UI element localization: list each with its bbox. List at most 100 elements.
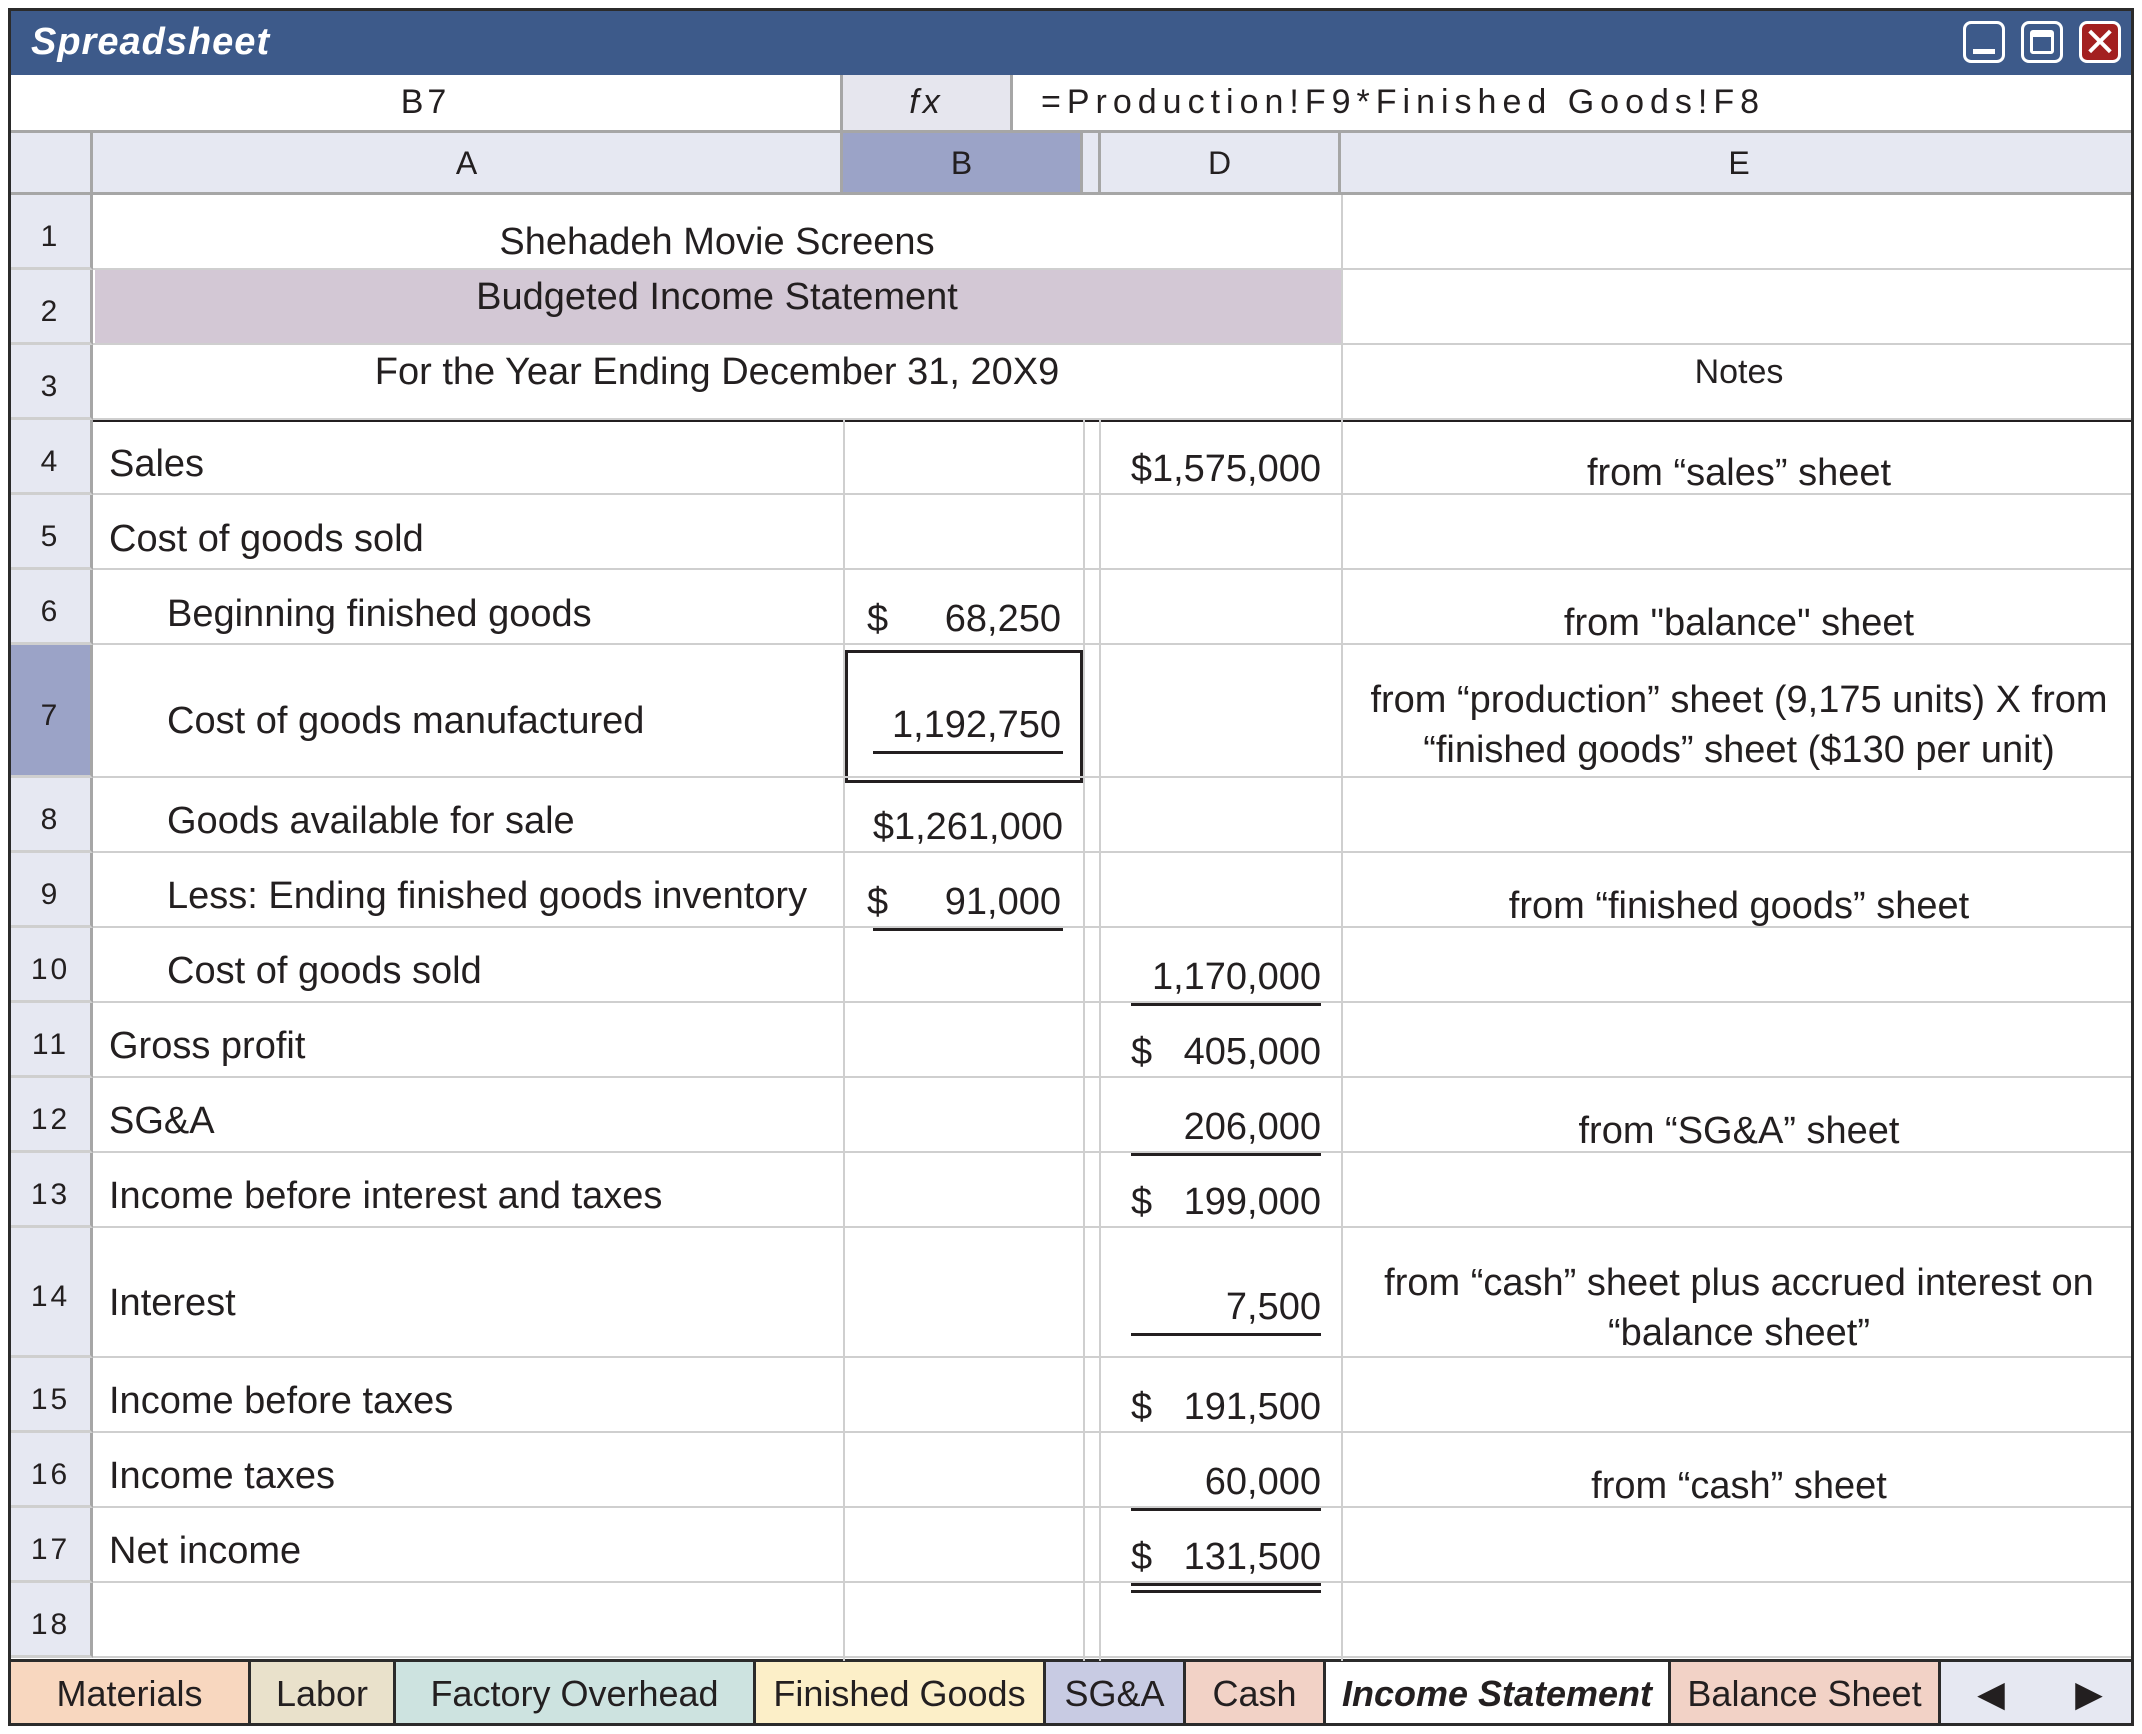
tab-sg-a[interactable]: SG&A [1046,1662,1186,1723]
row-header-16[interactable]: 16 [11,1433,93,1508]
name-box[interactable]: B7 [11,75,843,130]
b7-underline [873,751,1063,754]
tab-cash[interactable]: Cash [1186,1662,1326,1723]
row-gridline [93,1581,2131,1583]
tab-balance-sheet[interactable]: Balance Sheet [1671,1662,1941,1723]
label-sales[interactable]: Sales [109,443,204,486]
row-header-12[interactable]: 12 [11,1078,93,1153]
row-gridline [93,776,2131,778]
formula-input[interactable]: =Production!F9*Finished Goods!F8 [1041,75,1765,130]
tab-materials[interactable]: Materials [11,1662,251,1723]
row-gridline [93,1431,2131,1433]
row-header-9[interactable]: 9 [11,853,93,928]
close-icon[interactable]: ✕ [2079,21,2121,65]
row-gridline [93,343,2131,345]
row-header-2[interactable]: 2 [11,270,93,345]
d4-sales[interactable]: $1,575,000 [1121,448,1321,491]
row-gridline [93,1001,2131,1003]
d15-ebt[interactable]: 191,500 [1171,1386,1321,1429]
sheet-tab-bar: ◀ ▶ Materials Labor Factory Overhead Finish… [11,1659,2131,1723]
d11-gross-profit[interactable]: 405,000 [1171,1031,1321,1074]
b6-beginning-fg[interactable]: 68,250 [911,598,1061,641]
tab-finished-goods[interactable]: Finished Goods [756,1662,1046,1723]
row-gridline [93,418,2131,420]
label-net-income[interactable]: Net income [109,1530,301,1573]
row-header-17[interactable]: 17 [11,1508,93,1583]
column-header-b[interactable]: B [843,133,1083,195]
maximize-icon[interactable] [2021,21,2063,63]
note-beginning-fg: from "balance" sheet [1563,602,1915,644]
row-header-4[interactable]: 4 [11,420,93,495]
note-income-taxes: from “cash” sheet [1591,1465,1887,1507]
label-ebit[interactable]: Income before interest and taxes [109,1175,662,1218]
label-cogs-heading[interactable]: Cost of goods sold [109,518,424,561]
title-bar: Spreadsheet ✕ [11,11,2131,75]
b9-underline [873,928,1063,931]
label-income-taxes[interactable]: Income taxes [109,1455,335,1498]
column-header-c-hidden[interactable] [1083,133,1101,195]
label-cogm[interactable]: Cost of goods manufactured [167,700,644,743]
label-sga[interactable]: SG&A [109,1100,215,1143]
row-header-6[interactable]: 6 [11,570,93,645]
label-ending-fg[interactable]: Less: Ending finished goods inventory [167,875,807,918]
row-header-5[interactable]: 5 [11,495,93,570]
notes-heading: Notes [1694,353,1784,391]
row-header-1[interactable]: 1 [11,195,93,270]
d14-interest[interactable]: 7,500 [1171,1286,1321,1329]
row-gridline [93,1656,2131,1658]
minimize-icon[interactable] [1963,21,2005,63]
window-title: Spreadsheet [31,21,271,63]
label-goods-available[interactable]: Goods available for sale [167,800,575,843]
label-beginning-fg[interactable]: Beginning finished goods [167,593,592,636]
d16-income-taxes[interactable]: 60,000 [1171,1461,1321,1504]
b7-cogm[interactable]: 1,192,750 [871,704,1061,747]
note-cogm-line2: “finished goods” sheet ($130 per unit) [1423,729,2055,771]
statement-period: For the Year Ending December 31, 20X9 [374,351,1060,393]
row-header-10[interactable]: 10 [11,928,93,1003]
tab-labor[interactable]: Labor [251,1662,396,1723]
row-header-13[interactable]: 13 [11,1153,93,1228]
d13-dollar: $ [1131,1181,1153,1223]
label-gross-profit[interactable]: Gross profit [109,1025,305,1068]
tab-factory-overhead[interactable]: Factory Overhead [396,1662,756,1723]
d17-net-income[interactable]: 131,500 [1171,1536,1321,1579]
d16-underline [1131,1508,1321,1511]
label-cogs[interactable]: Cost of goods sold [167,950,482,993]
column-header-a[interactable]: A [93,133,843,195]
row-header-18[interactable]: 18 [11,1583,93,1658]
d13-ebit[interactable]: 199,000 [1171,1181,1321,1224]
row-gridline [93,1076,2131,1078]
fx-icon[interactable]: fx [843,75,1013,130]
select-all-corner[interactable] [11,133,93,195]
row-header-3[interactable]: 3 [11,345,93,420]
tab-income-statement[interactable]: Income Statement [1326,1662,1671,1723]
row-header-7[interactable]: 7 [11,645,93,778]
b9-dollar: $ [867,881,889,923]
b8-goods-available[interactable]: $1,261,000 [867,806,1063,849]
row-header-15[interactable]: 15 [11,1358,93,1433]
label-interest[interactable]: Interest [109,1282,236,1325]
d10-cogs[interactable]: 1,170,000 [1121,956,1321,999]
b9-ending-fg[interactable]: 91,000 [911,881,1061,924]
row-gridline [93,1151,2131,1153]
tab-scroll-right-icon[interactable]: ▶ [2041,1662,2131,1723]
note-ending-fg: from “finished goods” sheet [1508,885,1970,927]
d12-sga[interactable]: 206,000 [1171,1106,1321,1149]
d12-underline [1131,1153,1321,1156]
label-ebt[interactable]: Income before taxes [109,1380,453,1423]
column-header-e[interactable]: E [1341,133,2131,195]
row-header-8[interactable]: 8 [11,778,93,853]
row-header-14[interactable]: 14 [11,1228,93,1358]
d14-underline [1131,1333,1321,1336]
row-gridline [93,568,2131,570]
row-header-11[interactable]: 11 [11,1003,93,1078]
column-gridline [1341,195,1343,1661]
row-gridline [93,1226,2131,1228]
note-sales: from “sales” sheet [1586,452,1892,494]
column-header-d[interactable]: D [1101,133,1341,195]
spreadsheet-window: Spreadsheet ✕ B7 fx =Production!F9*Finis… [8,8,2134,1726]
row-gridline [93,1356,2131,1358]
company-name: Shehadeh Movie Screens [499,221,935,263]
tab-scroll-left-icon[interactable]: ◀ [1941,1662,2041,1723]
d11-dollar: $ [1131,1031,1153,1073]
